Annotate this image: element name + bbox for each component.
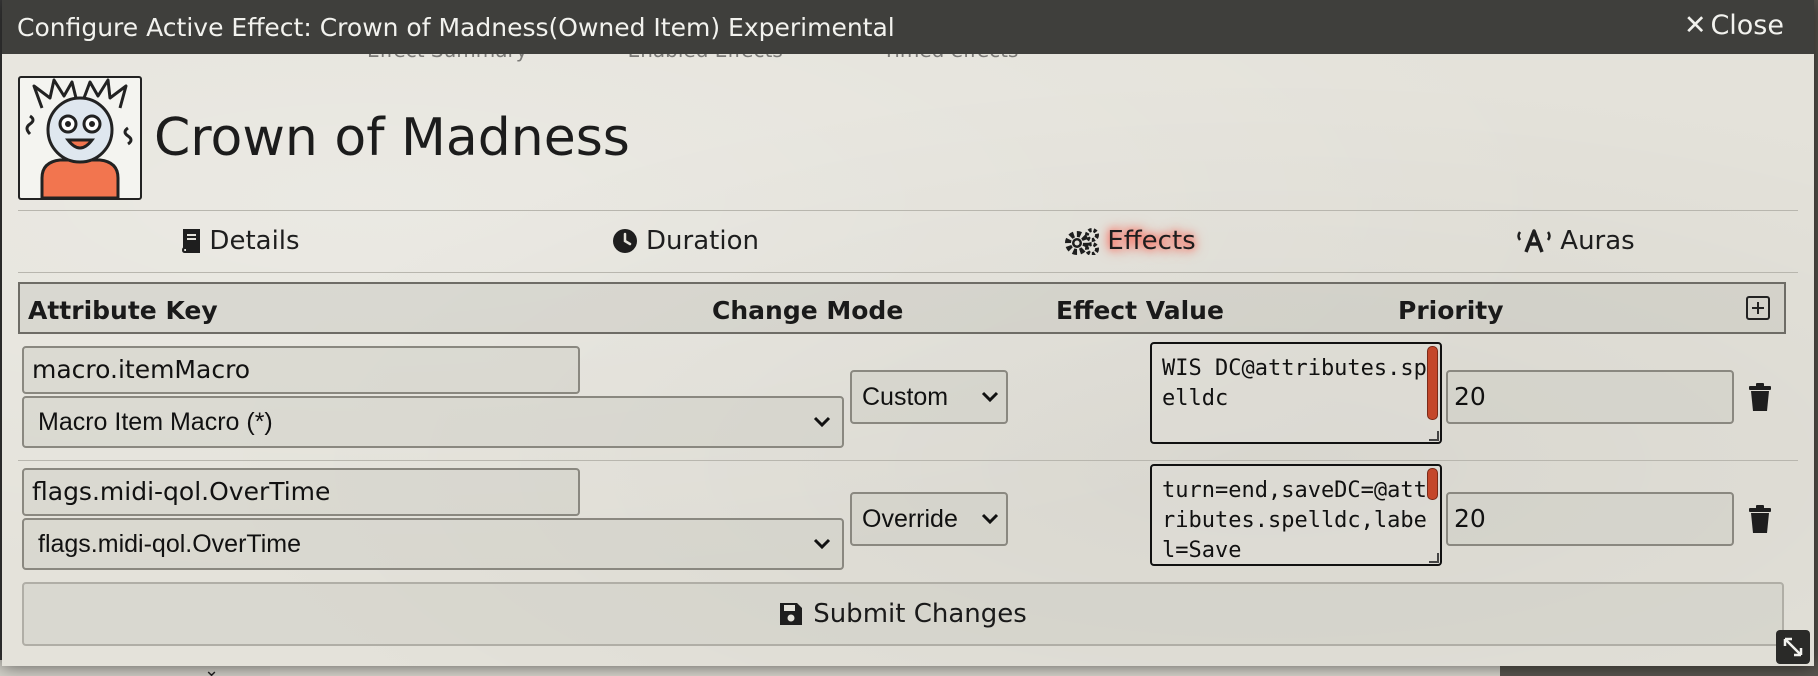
window-titlebar[interactable]: Configure Active Effect: Crown of Madnes… <box>2 0 1814 54</box>
attribute-key-input[interactable]: macro.itemMacro <box>22 346 580 394</box>
tab-label: Effects <box>1107 226 1196 256</box>
priority-input[interactable]: 20 <box>1446 370 1734 424</box>
effect-header: Crown of Madness <box>18 74 630 202</box>
header-priority: Priority <box>1398 296 1504 325</box>
crazy-face-icon[interactable] <box>18 76 142 200</box>
add-change-button[interactable] <box>1746 296 1770 320</box>
resize-grip-icon[interactable] <box>1429 553 1439 563</box>
scrollbar-thumb[interactable] <box>1427 346 1438 420</box>
close-button[interactable]: ✕ Close <box>1684 10 1784 41</box>
tab-label: Details <box>209 226 300 256</box>
effect-tabs: Details Duration Effects Auras <box>18 216 1798 266</box>
chevron-down-icon <box>980 494 1000 544</box>
tab-auras[interactable]: Auras <box>1353 216 1798 266</box>
clock-icon <box>612 228 638 254</box>
chevron-down-icon <box>812 398 832 446</box>
chevron-down-icon <box>812 520 832 568</box>
window-title: Configure Active Effect: Crown of Madnes… <box>17 12 895 42</box>
effect-name: Crown of Madness <box>154 108 630 168</box>
resize-arrows-icon <box>1783 637 1803 657</box>
effect-value-textarea[interactable]: WIS DC@attributes.spelldc <box>1150 342 1442 444</box>
scrollbar-thumb[interactable] <box>1427 468 1438 500</box>
priority-input[interactable]: 20 <box>1446 492 1734 546</box>
select-value: Macro Item Macro (*) <box>38 408 273 436</box>
attribute-key-select[interactable]: flags.midi-qol.OverTime <box>22 518 844 570</box>
table-row: macro.itemMacro Macro Item Macro (*) Cus… <box>18 342 1786 466</box>
effect-value-text: WIS DC@attributes.spelldc <box>1162 356 1427 411</box>
select-value: Override <box>862 505 958 533</box>
gears-icon <box>1065 227 1100 255</box>
effect-value-text: turn=end,saveDC=@attributes.spelldc,labe… <box>1162 478 1427 563</box>
change-mode-select[interactable]: Override <box>850 492 1008 546</box>
window-resize-handle[interactable] <box>1776 630 1810 664</box>
book-icon <box>181 229 201 253</box>
resize-grip-icon[interactable] <box>1429 431 1439 441</box>
attribute-key-input[interactable]: flags.midi-qol.OverTime <box>22 468 580 516</box>
tab-effects[interactable]: Effects <box>908 216 1353 266</box>
header-change-mode: Change Mode <box>712 296 904 325</box>
change-mode-select[interactable]: Custom <box>850 370 1008 424</box>
select-value: flags.midi-qol.OverTime <box>38 530 302 558</box>
select-value: Custom <box>862 383 949 411</box>
header-effect-value: Effect Value <box>1056 296 1224 325</box>
effect-value-textarea[interactable]: turn=end,saveDC=@attributes.spelldc,labe… <box>1150 464 1442 566</box>
header-attribute-key: Attribute Key <box>28 296 218 325</box>
divider <box>18 272 1798 273</box>
tab-label: Duration <box>646 226 759 256</box>
broadcast-icon <box>1516 228 1552 254</box>
row-divider <box>18 460 1798 461</box>
tab-duration[interactable]: Duration <box>463 216 908 266</box>
divider <box>18 210 1798 211</box>
configure-effect-window: Effect Summary Enabled Effects Timed eff… <box>2 0 1814 666</box>
attribute-key-select[interactable]: Macro Item Macro (*) <box>22 396 844 448</box>
submit-changes-button[interactable]: Submit Changes <box>22 582 1784 646</box>
submit-label: Submit Changes <box>813 599 1027 629</box>
table-row: flags.midi-qol.OverTime flags.midi-qol.O… <box>18 464 1786 588</box>
trash-icon[interactable] <box>1748 504 1772 534</box>
tab-details[interactable]: Details <box>18 216 463 266</box>
save-icon <box>779 602 803 626</box>
close-label: Close <box>1710 10 1784 41</box>
close-icon: ✕ <box>1683 10 1707 41</box>
tab-label: Auras <box>1560 226 1635 256</box>
trash-icon[interactable] <box>1748 382 1772 412</box>
chevron-down-icon <box>980 372 1000 422</box>
changes-table-header: Attribute Key Change Mode Effect Value P… <box>18 282 1786 334</box>
